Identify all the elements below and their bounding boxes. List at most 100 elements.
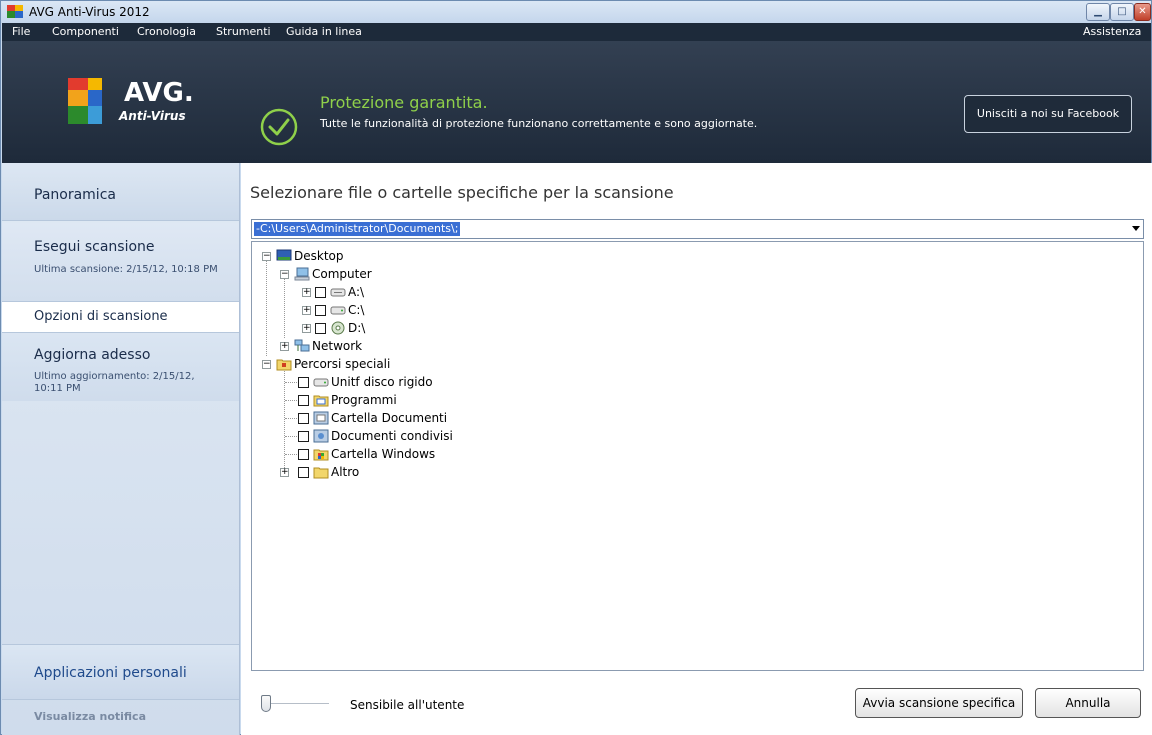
tree-node-percorsi-speciali[interactable]: − Percorsi speciali: [252, 356, 552, 372]
sidebar-item-label: Applicazioni personali: [34, 665, 187, 681]
tree-label: Desktop: [294, 249, 344, 263]
avg-logo-icon: [68, 78, 102, 124]
menu-cronologia[interactable]: Cronologia: [137, 25, 196, 38]
menu-bar: File Componenti Cronologia Strumenti Gui…: [2, 23, 1151, 41]
tree-node-unita-disco[interactable]: Unitf disco rigido: [252, 374, 552, 390]
expand-icon[interactable]: +: [302, 288, 311, 297]
status-title: Protezione garantita.: [320, 93, 488, 112]
menu-strumenti[interactable]: Strumenti: [216, 25, 271, 38]
sidebar-item-label: Panoramica: [34, 187, 116, 203]
tree-node-documenti-condivisi[interactable]: Documenti condivisi: [252, 428, 552, 444]
tree-label: Programmi: [331, 393, 397, 407]
tree-node-drive-a[interactable]: + A:\: [252, 284, 552, 300]
tree-label: Unitf disco rigido: [331, 375, 433, 389]
avg-logo: AVG. Anti-Virus: [64, 76, 199, 131]
main-content: Selezionare file o cartelle specifiche p…: [241, 163, 1152, 735]
window-title: AVG Anti-Virus 2012: [29, 5, 150, 19]
checkbox[interactable]: [315, 287, 326, 298]
cancel-button[interactable]: Annulla: [1035, 688, 1141, 718]
expand-icon[interactable]: +: [280, 342, 289, 351]
special-folder-icon: [276, 359, 292, 371]
logo-subtitle: Anti-Virus: [119, 109, 186, 123]
path-combobox[interactable]: -C:\Users\Administrator\Documents\;: [251, 219, 1144, 239]
collapse-icon[interactable]: −: [262, 252, 271, 261]
expand-icon[interactable]: +: [302, 324, 311, 333]
slider-track[interactable]: [265, 703, 329, 705]
tree-node-network[interactable]: + Network: [252, 338, 552, 354]
menu-assistenza[interactable]: Assistenza: [1083, 25, 1141, 38]
hard-drive-icon: [330, 306, 346, 315]
tree-label: Network: [312, 339, 363, 353]
checkbox[interactable]: [298, 395, 309, 406]
checkbox[interactable]: [315, 305, 326, 316]
sidebar-item-esegui-scansione[interactable]: Esegui scansione Ultima scansione: 2/15/…: [2, 223, 239, 301]
path-value[interactable]: -C:\Users\Administrator\Documents\;: [254, 222, 461, 236]
menu-componenti[interactable]: Componenti: [52, 25, 119, 38]
close-button[interactable]: ✕: [1134, 3, 1151, 21]
logo-text: AVG.: [124, 78, 194, 108]
minimize-button[interactable]: ▁: [1086, 3, 1110, 21]
tree-label: Cartella Documenti: [331, 411, 448, 425]
checkbox[interactable]: [315, 323, 326, 334]
tree-node-drive-d[interactable]: + D:\: [252, 320, 552, 336]
checkbox[interactable]: [298, 413, 309, 424]
sidebar-item-applicazioni[interactable]: Applicazioni personali: [2, 644, 239, 700]
close-icon: ✕: [1138, 6, 1147, 17]
start-specific-scan-button[interactable]: Avvia scansione specifica: [855, 688, 1023, 718]
tree-label: A:\: [348, 285, 365, 299]
network-icon: [294, 339, 310, 352]
folder-tree: − Desktop − Computer + A:\ + C:\ + D:\ +…: [251, 241, 1144, 671]
sidebar-item-opzioni-scansione[interactable]: Opzioni di scansione: [2, 301, 239, 333]
tree-label: Altro: [331, 465, 360, 479]
tree-node-desktop[interactable]: − Desktop: [252, 248, 552, 264]
computer-icon: [294, 267, 310, 281]
slider-thumb[interactable]: [261, 695, 271, 712]
tree-node-cartella-documenti[interactable]: Cartella Documenti: [252, 410, 552, 426]
header-banner: AVG. Anti-Virus Protezione garantita. Tu…: [2, 41, 1151, 163]
checkbox[interactable]: [298, 449, 309, 460]
expand-icon[interactable]: +: [280, 468, 289, 477]
tree-node-cartella-windows[interactable]: Cartella Windows: [252, 446, 552, 462]
sidebar-item-notifica[interactable]: Visualizza notifica: [2, 701, 239, 735]
tree-node-computer[interactable]: − Computer: [252, 266, 552, 282]
floppy-drive-icon: [330, 288, 346, 297]
tree-label: Percorsi speciali: [294, 357, 391, 371]
tree-label: Documenti condivisi: [331, 429, 453, 443]
tree-node-altro[interactable]: + Altro: [252, 464, 552, 480]
app-window: AVG Anti-Virus 2012 ▁ □ ✕ File Component…: [0, 0, 1152, 735]
tree-node-programmi[interactable]: Programmi: [252, 392, 552, 408]
tree-node-drive-c[interactable]: + C:\: [252, 302, 552, 318]
tree-label: C:\: [348, 303, 365, 317]
check-circle-icon: [260, 108, 298, 146]
status-description: Tutte le funzionalità di protezione funz…: [320, 117, 758, 130]
sidebar-item-subtitle: Ultimo aggiornamento: 2/15/12, 10:11 PM: [34, 371, 195, 394]
collapse-icon[interactable]: −: [262, 360, 271, 369]
sidebar-item-label: Aggiorna adesso: [34, 347, 151, 363]
menu-file[interactable]: File: [12, 25, 30, 38]
sidebar-item-subtitle: Ultima scansione: 2/15/12, 10:18 PM: [34, 264, 218, 275]
sidebar: Panoramica Esegui scansione Ultima scans…: [2, 163, 240, 735]
checkbox[interactable]: [298, 431, 309, 442]
expand-icon[interactable]: +: [302, 306, 311, 315]
title-bar: AVG Anti-Virus 2012 ▁ □ ✕: [1, 1, 1151, 23]
documents-folder-icon: [313, 411, 329, 425]
shared-documents-icon: [313, 429, 329, 443]
chevron-down-icon[interactable]: [1132, 226, 1140, 231]
collapse-icon[interactable]: −: [280, 270, 289, 279]
tree-label: Computer: [312, 267, 372, 281]
sidebar-item-aggiorna[interactable]: Aggiorna adesso Ultimo aggiornamento: 2/…: [2, 335, 239, 401]
slider-label: Sensibile all'utente: [350, 698, 465, 712]
menu-guida[interactable]: Guida in linea: [286, 25, 362, 38]
avg-app-icon: [7, 5, 23, 18]
checkbox[interactable]: [298, 467, 309, 478]
sidebar-item-label: Visualizza notifica: [34, 710, 147, 723]
cd-drive-icon: [331, 321, 345, 335]
maximize-button[interactable]: □: [1110, 3, 1134, 21]
hard-drive-icon: [313, 378, 329, 387]
sidebar-item-panoramica[interactable]: Panoramica: [2, 163, 239, 221]
sensitivity-slider[interactable]: [261, 693, 331, 715]
sidebar-item-label: Opzioni di scansione: [34, 309, 168, 324]
facebook-button[interactable]: Unisciti a noi su Facebook: [964, 95, 1132, 133]
programs-folder-icon: [313, 395, 329, 407]
checkbox[interactable]: [298, 377, 309, 388]
